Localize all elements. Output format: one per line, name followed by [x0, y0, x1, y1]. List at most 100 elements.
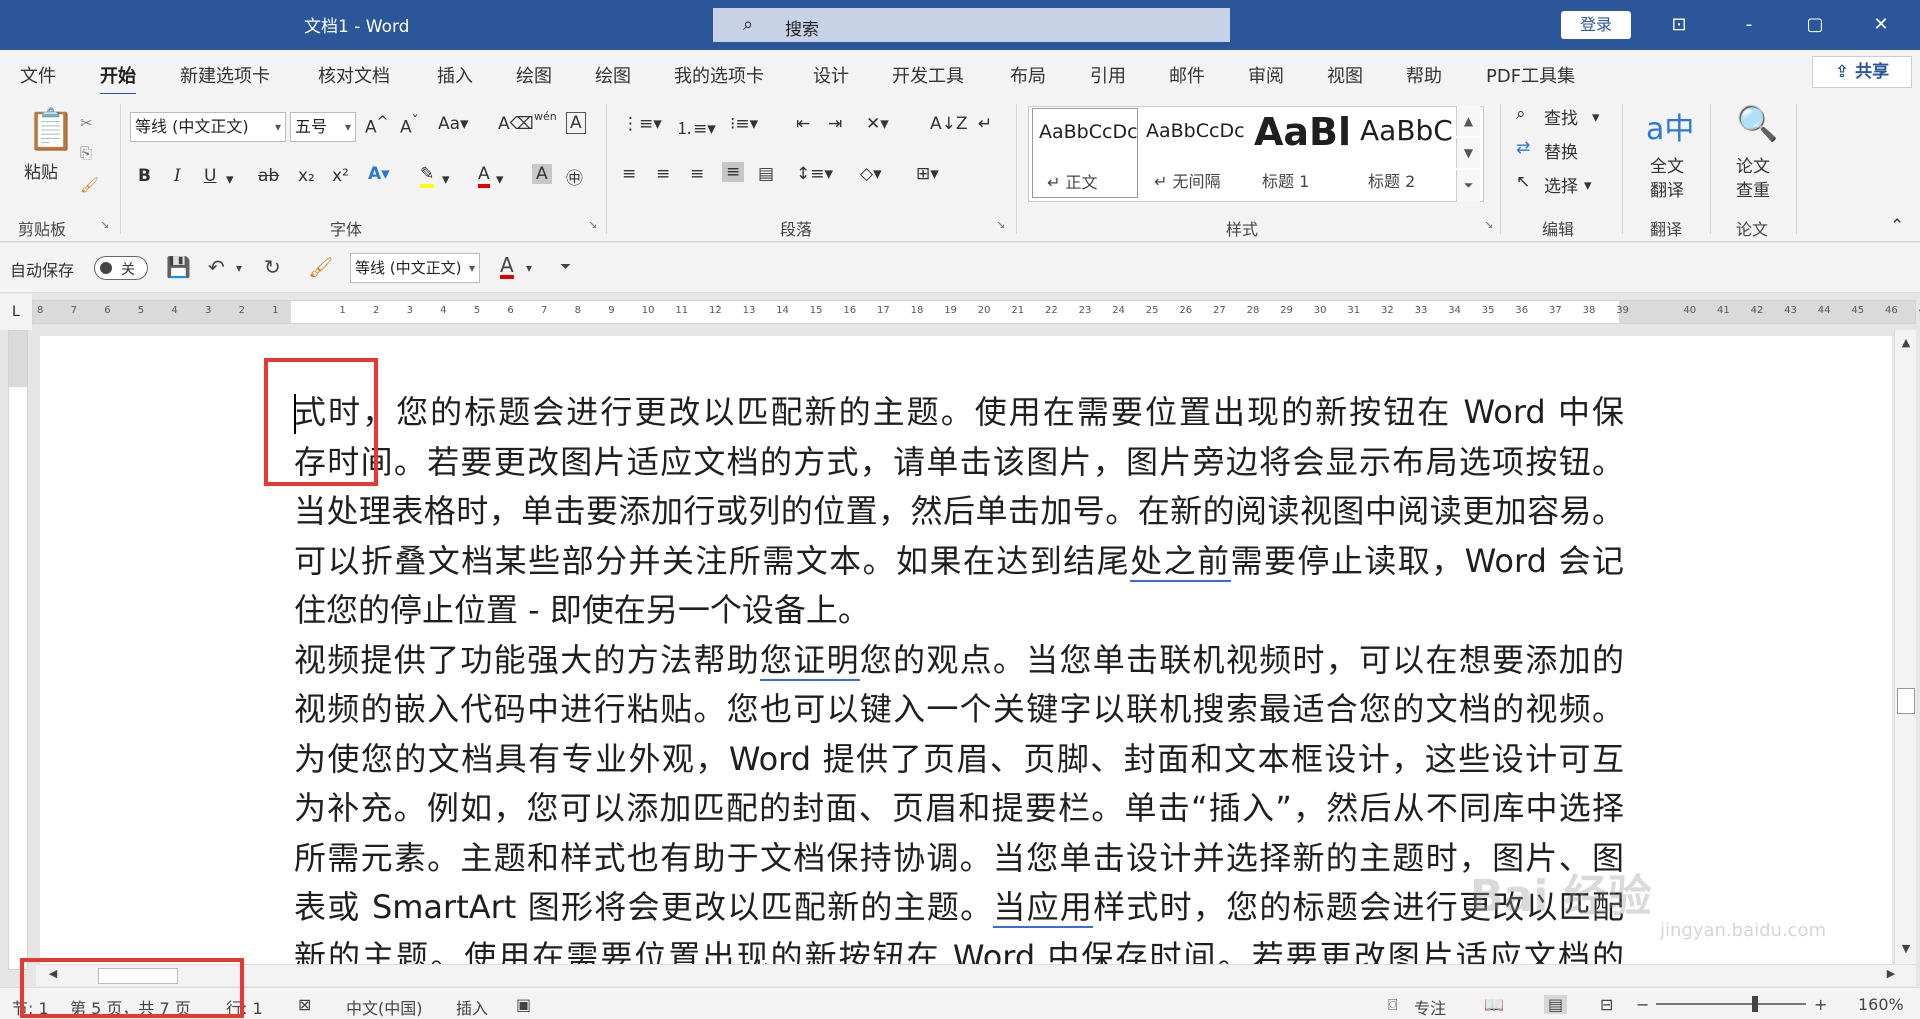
login-button[interactable]: 登录	[1561, 11, 1631, 39]
scroll-up-icon[interactable]: ▲	[1898, 336, 1914, 354]
chevron-down-icon[interactable]: ▾	[226, 170, 234, 188]
ribbon-display-icon[interactable]: ⊡	[1664, 10, 1694, 40]
zoom-level[interactable]: 160%	[1858, 995, 1904, 1014]
dialog-launcher-icon[interactable]: ↘	[588, 218, 597, 231]
text-effects-icon[interactable]: A▾	[368, 164, 390, 184]
close-button[interactable]: ✕	[1866, 10, 1896, 40]
bold-button[interactable]: B	[138, 166, 151, 186]
chinese-layout-icon[interactable]: ✕▾	[866, 114, 889, 134]
scroll-right-icon[interactable]: ▶	[1882, 967, 1900, 985]
replace-icon[interactable]: ⇄	[1516, 138, 1530, 158]
document-body[interactable]: 式时，您的标题会进行更改以匹配新的主题。使用在需要位置出现的新按钮在 Word …	[294, 388, 1624, 964]
tab-home[interactable]: 开始	[100, 62, 136, 96]
tab-mailings[interactable]: 邮件	[1169, 62, 1205, 88]
paper-check-label-1[interactable]: 论文	[1736, 152, 1770, 177]
increase-indent-icon[interactable]: ⇥	[828, 114, 842, 134]
align-left-icon[interactable]: ≡	[622, 164, 636, 184]
enclose-char-icon[interactable]: ㊥	[566, 164, 583, 189]
redo-icon[interactable]: ↻	[264, 255, 281, 279]
tab-file[interactable]: 文件	[20, 62, 56, 88]
tab-pdf-tools[interactable]: PDF工具集	[1486, 62, 1575, 88]
tab-design[interactable]: 设计	[813, 62, 849, 88]
tab-help[interactable]: 帮助	[1406, 62, 1442, 88]
scroll-thumb[interactable]	[1897, 688, 1915, 714]
zoom-out-button[interactable]: −	[1636, 995, 1649, 1014]
print-layout-icon[interactable]: ▤	[1544, 995, 1568, 1014]
find-icon[interactable]: ⌕	[1516, 104, 1526, 124]
vertical-ruler[interactable]	[8, 330, 28, 970]
chevron-down-icon[interactable]: ▾	[496, 170, 504, 188]
proofing-icon[interactable]: ⊠	[298, 995, 311, 1014]
horizontal-ruler[interactable]: 8 7 6 5 4 3 2 1 1 2 3 4 5 6 7 8 9 10 11 12 13 14 15 16 17 18 19 20 2…	[32, 300, 1920, 324]
web-layout-icon[interactable]: ⊟	[1600, 995, 1613, 1014]
language-indicator[interactable]: 中文(中国)	[346, 995, 423, 1019]
select-button[interactable]: 选择	[1544, 172, 1578, 197]
save-icon[interactable]: 💾	[166, 255, 191, 279]
multilevel-list-icon[interactable]: ⁝≡▾	[730, 114, 758, 134]
justify-icon[interactable]: ≡	[722, 162, 745, 182]
tab-review[interactable]: 审阅	[1248, 62, 1284, 88]
cut-icon[interactable]: ✂	[80, 114, 93, 132]
read-mode-icon[interactable]: 📖	[1484, 995, 1504, 1014]
tab-view[interactable]: 视图	[1327, 62, 1363, 88]
autosave-toggle[interactable]: 关	[94, 256, 148, 280]
full-translate-label-1[interactable]: 全文	[1650, 152, 1684, 177]
underline-button[interactable]: U	[204, 166, 216, 186]
copy-icon[interactable]: ⎘	[80, 144, 92, 162]
tab-review-doc[interactable]: 核对文档	[318, 62, 390, 88]
grammar-underline[interactable]: 您证明	[759, 640, 860, 681]
tab-layout[interactable]: 布局	[1010, 62, 1046, 88]
scroll-down-icon[interactable]: ▼	[1898, 942, 1914, 960]
paper-check-label-2[interactable]: 查重	[1736, 176, 1770, 201]
horizontal-scrollbar[interactable]: ◀ ▶	[36, 964, 1916, 986]
chevron-down-icon[interactable]: ▾	[442, 170, 450, 188]
styles-scroll-up[interactable]: ▲	[1456, 106, 1480, 136]
chevron-down-icon[interactable]: ▾	[1584, 176, 1592, 194]
vertical-scrollbar[interactable]: ▲ ▼	[1894, 330, 1916, 964]
tab-references[interactable]: 引用	[1090, 62, 1126, 88]
align-center-icon[interactable]: ≡	[656, 164, 670, 184]
font-size-combo[interactable]: 五号 ▾	[290, 112, 356, 142]
zoom-slider[interactable]	[1656, 1003, 1806, 1005]
change-case-icon[interactable]: Aa▾	[438, 114, 469, 134]
style-normal[interactable]: AaBbCcDc ↵ 正文	[1032, 108, 1138, 198]
focus-label[interactable]: 专注	[1414, 995, 1446, 1019]
char-shading-icon[interactable]: A	[532, 164, 552, 184]
tab-new-tab[interactable]: 新建选项卡	[180, 62, 270, 88]
bullets-icon[interactable]: ⋮≡▾	[622, 114, 662, 134]
paper-check-icon[interactable]: 🔍	[1736, 104, 1778, 144]
font-color-icon[interactable]: A	[500, 255, 514, 279]
style-heading-2[interactable]: AaBbC 标题 2	[1354, 108, 1454, 198]
paste-icon[interactable]: 📋	[26, 106, 76, 153]
zoom-in-button[interactable]: +	[1814, 995, 1827, 1014]
align-right-icon[interactable]: ≡	[690, 164, 704, 184]
tab-draw[interactable]: 绘图	[516, 62, 552, 88]
font-color-icon[interactable]: A	[478, 164, 490, 188]
grammar-underline[interactable]: 处之前	[1130, 541, 1231, 582]
dialog-launcher-icon[interactable]: ↘	[996, 218, 1005, 231]
grammar-underline[interactable]: 当应用	[993, 888, 1094, 928]
translate-icon[interactable]: a中	[1646, 104, 1694, 148]
style-no-spacing[interactable]: AaBbCcDc ↵ 无间隔	[1140, 108, 1246, 198]
clear-format-icon[interactable]: A⌫	[498, 114, 534, 134]
select-icon[interactable]: ↖	[1516, 172, 1530, 192]
tab-developer[interactable]: 开发工具	[892, 62, 964, 88]
decrease-indent-icon[interactable]: ⇤	[796, 114, 810, 134]
undo-icon[interactable]: ↶	[208, 255, 225, 279]
full-translate-label-2[interactable]: 翻译	[1650, 176, 1684, 201]
chevron-down-icon[interactable]: ▾	[526, 261, 532, 275]
tab-selector[interactable]: L	[0, 294, 32, 330]
dialog-launcher-icon[interactable]: ↘	[1484, 218, 1493, 231]
customize-qat-icon[interactable]: ⏷	[560, 259, 571, 275]
format-painter-icon[interactable]: 🖌	[308, 255, 333, 279]
style-heading-1[interactable]: AaBl 标题 1	[1248, 108, 1354, 198]
superscript-button[interactable]: x²	[332, 166, 349, 186]
collapse-ribbon-icon[interactable]: ⌃	[1890, 216, 1904, 236]
dialog-launcher-icon[interactable]: ↘	[100, 218, 109, 231]
distribute-icon[interactable]: ▤	[758, 164, 774, 184]
line-spacing-icon[interactable]: ↕≡▾	[796, 164, 833, 184]
sort-icon[interactable]: A↓Z	[930, 114, 968, 134]
focus-icon[interactable]: ⌼	[1388, 995, 1398, 1015]
qat-font-combo[interactable]: 等线 (中文正文) ▾	[350, 253, 480, 283]
restore-button[interactable]: ▢	[1800, 10, 1830, 40]
